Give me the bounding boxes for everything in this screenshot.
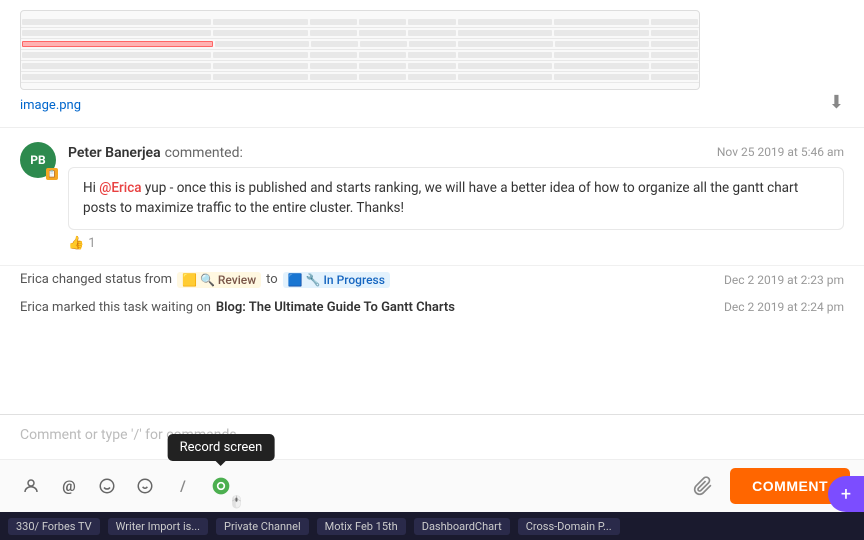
record-screen-container: Record screen 🖱️ — [204, 469, 238, 503]
activity-to-label: to — [266, 272, 278, 287]
attach-file-icon[interactable] — [686, 469, 720, 503]
at-mention-icon[interactable]: @ — [52, 469, 86, 503]
like-button[interactable]: 👍 1 — [68, 236, 844, 251]
activity-text-1: Erica changed status from 🟨 🔍 Review to … — [20, 272, 390, 288]
activity-time-1: Dec 2 2019 at 2:23 pm — [724, 273, 844, 287]
taskbar-item-0[interactable]: 330/ Forbes TV — [8, 518, 100, 535]
comment-content: Peter Banerjea commented: Nov 25 2019 at… — [68, 142, 844, 251]
taskbar-item-2[interactable]: Private Channel — [216, 518, 309, 535]
comment-body-text: yup - once this is published and starts … — [83, 180, 798, 216]
download-icon[interactable]: ⬇ — [829, 92, 844, 113]
record-screen-button[interactable]: 🖱️ — [204, 469, 238, 503]
taskbar-item-5[interactable]: Cross-Domain P... — [518, 518, 620, 535]
activity-text-2: Erica marked this task waiting on Blog: … — [20, 300, 455, 315]
comment-timestamp: Nov 25 2019 at 5:46 am — [717, 145, 844, 159]
avatar-badge: 📋 — [46, 168, 58, 180]
taskbar-item-1[interactable]: Writer Import is... — [108, 518, 208, 535]
image-filename[interactable]: image.png — [20, 98, 844, 113]
main-container: image.png ⬇ PB 📋 Peter Banerjea commente… — [0, 0, 864, 540]
task-link[interactable]: Blog: The Ultimate Guide To Gantt Charts — [216, 300, 455, 315]
comment-body: Hi @Erica yup - once this is published a… — [68, 167, 844, 230]
emoji-icon[interactable] — [128, 469, 162, 503]
emoji-happy-icon[interactable] — [90, 469, 124, 503]
activity-prefix-1: Erica changed status from — [20, 272, 172, 287]
activity-item-1: Erica changed status from 🟨 🔍 Review to … — [0, 266, 864, 294]
toolbar-right: COMMENT — [686, 468, 850, 504]
slash-commands-icon[interactable]: / — [166, 469, 200, 503]
activity-item-2: Erica marked this task waiting on Blog: … — [0, 294, 864, 321]
fab-button[interactable]: + — [828, 476, 864, 512]
bottom-taskbar: 330/ Forbes TV Writer Import is... Priva… — [0, 512, 864, 540]
commenter-name: Peter Banerjea — [68, 145, 161, 161]
toolbar-left: @ / — [14, 469, 238, 503]
activity-time-2: Dec 2 2019 at 2:24 pm — [724, 300, 844, 314]
avatar: PB 📋 — [20, 142, 56, 178]
status-inprogress-badge: 🟦 🔧 In Progress — [283, 272, 390, 288]
comment-input-field[interactable]: Comment or type '/' for commands — [0, 415, 864, 459]
image-attachment-section: image.png ⬇ — [0, 0, 864, 128]
commented-label: commented: — [165, 145, 243, 161]
record-screen-tooltip: Record screen — [168, 434, 275, 461]
taskbar-item-3[interactable]: Motix Feb 15th — [317, 518, 406, 535]
status-review-badge: 🟨 🔍 Review — [177, 272, 261, 288]
activity-prefix-2: Erica marked this task waiting on — [20, 300, 211, 315]
comment-block: PB 📋 Peter Banerjea commented: Nov 25 20… — [0, 128, 864, 266]
comment-header: Peter Banerjea commented: Nov 25 2019 at… — [68, 142, 844, 161]
comment-meta: Peter Banerjea commented: — [68, 142, 243, 161]
comment-input-area: Comment or type '/' for commands @ — [0, 414, 864, 512]
taskbar-item-4[interactable]: DashboardChart — [414, 518, 510, 535]
mention-person-icon[interactable] — [14, 469, 48, 503]
mention-erica: @Erica — [99, 180, 141, 196]
cursor-icon: 🖱️ — [229, 495, 244, 509]
comment-toolbar: @ / — [0, 459, 864, 512]
image-preview — [20, 10, 700, 90]
